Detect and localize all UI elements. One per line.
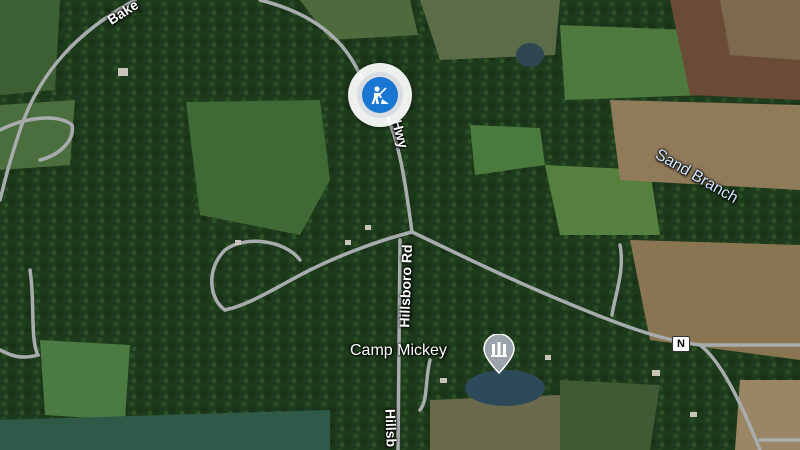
satellite-map[interactable]: Bake Hwy Hillsboro Rd Hillsb Sand Branch…	[0, 0, 800, 450]
road-label-hillsboro-rd: Hillsboro Rd	[396, 244, 416, 328]
construction-worker-icon	[371, 86, 389, 104]
monument-icon[interactable]	[482, 334, 516, 374]
road-label-hillsboro-rd-2: Hillsb	[382, 408, 400, 448]
poi-label-camp-mickey[interactable]: Camp Mickey	[350, 342, 447, 360]
map-imagery	[0, 0, 800, 450]
construction-marker[interactable]	[348, 63, 412, 127]
route-shield-n: N	[672, 336, 690, 352]
